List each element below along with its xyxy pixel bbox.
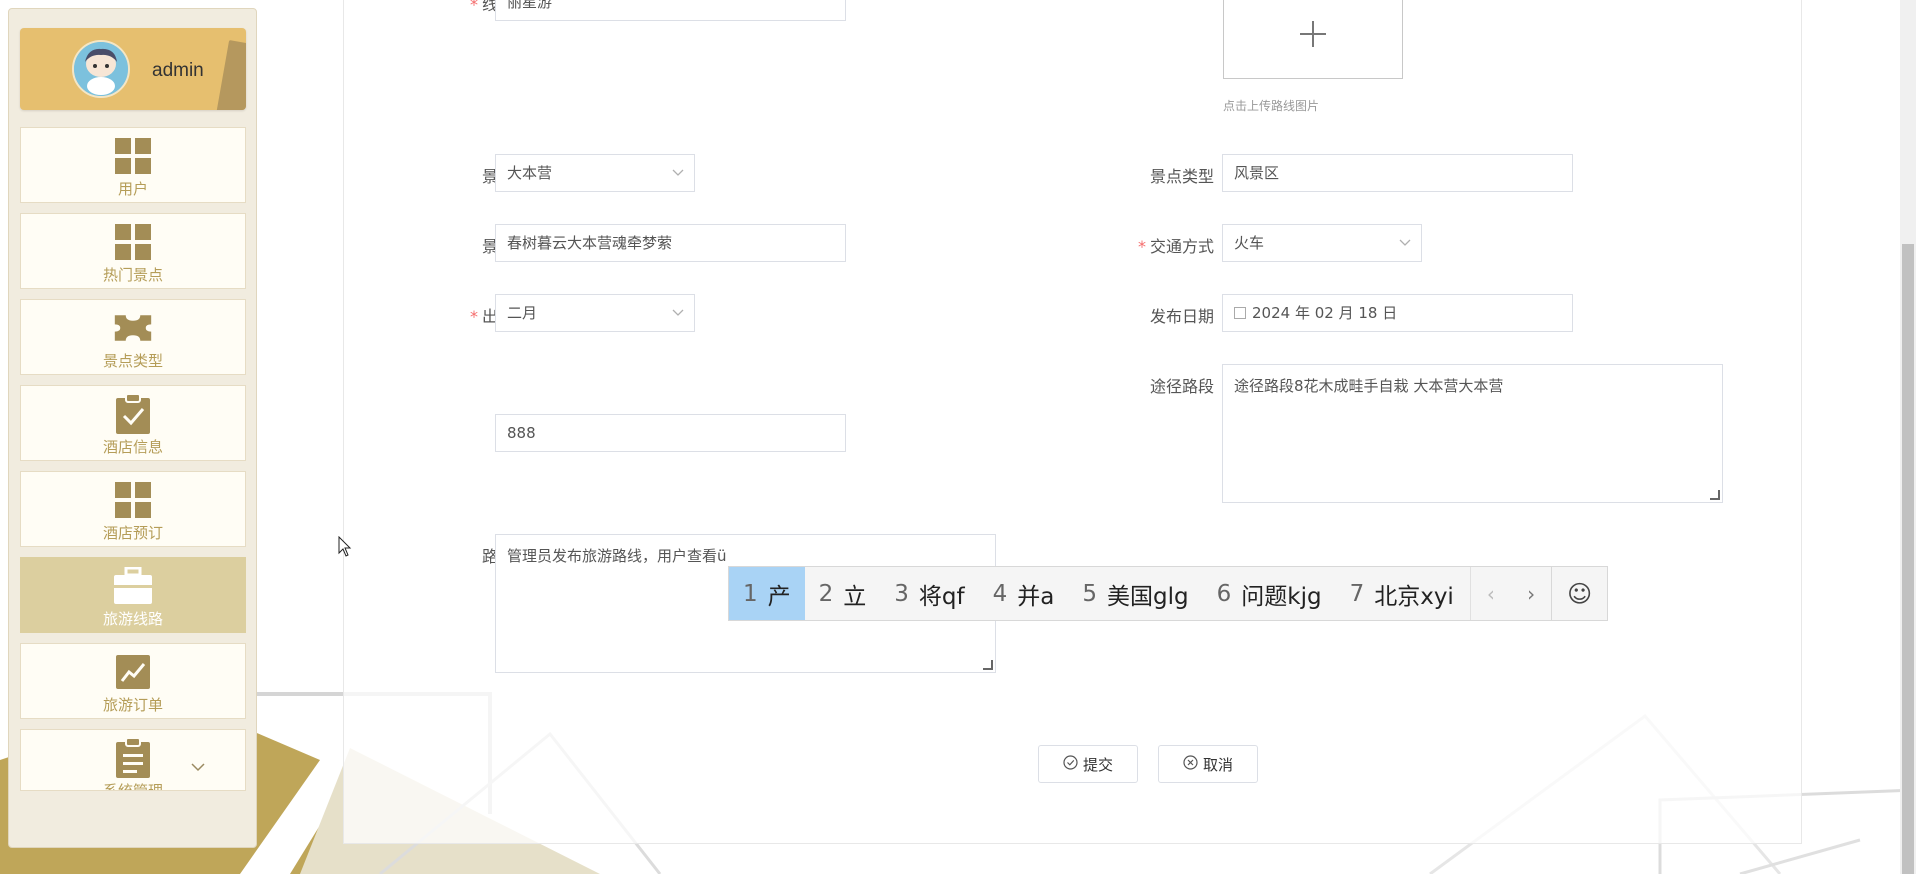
cancel-button[interactable]: 取消	[1158, 745, 1258, 783]
ime-candidate[interactable]: 2立	[805, 567, 881, 620]
briefcase-icon	[113, 566, 153, 606]
image-upload-box[interactable]	[1223, 0, 1403, 79]
submit-label: 提交	[1082, 755, 1113, 774]
sidebar-item-travel-orders[interactable]: 旅游订单	[20, 643, 246, 719]
sidebar-item-hot-spots[interactable]: 热门景点	[20, 213, 246, 289]
sidebar-item-label: 旅游线路	[102, 610, 163, 628]
clipboard-check-icon	[113, 393, 153, 434]
submit-button[interactable]: 提交	[1038, 745, 1138, 783]
sidebar-item-label: 景点类型	[102, 352, 163, 370]
spot-type-input[interactable]: 风景区	[1222, 154, 1573, 192]
close-circle-icon	[1183, 754, 1198, 774]
sidebar-item-travel-routes[interactable]: 旅游线路	[20, 557, 246, 633]
transport-value: 火车	[1234, 234, 1265, 252]
chevron-down-icon[interactable]	[191, 760, 205, 776]
spot-location-input[interactable]: 春树暮云大本营魂牵梦萦	[495, 224, 846, 262]
sidebar-item-label: 热门景点	[102, 266, 163, 284]
chevron-right-icon[interactable]: ›	[1511, 567, 1551, 620]
route-form-panel: *线路名称 丽星游 点击上传路线图片 景点名称 大本营 景点类型 风景区 景点位…	[343, 0, 1802, 844]
spot-name-select[interactable]: 大本营	[495, 154, 695, 192]
avatar-icon	[74, 42, 128, 96]
ime-candidate[interactable]: 3 将qf	[880, 567, 978, 620]
publish-date-label: 发布日期	[1149, 307, 1214, 326]
resize-handle[interactable]	[983, 660, 993, 670]
ime-candidate[interactable]: 5 美国glg	[1068, 567, 1202, 620]
spot-type-label: 景点类型	[1149, 167, 1214, 186]
ime-candidate[interactable]: 4 并a	[979, 567, 1069, 620]
mouse-cursor-icon	[338, 536, 352, 557]
sidebar-item-spot-types[interactable]: 景点类型	[20, 299, 246, 375]
ime-candidate[interactable]: 6 问题kjg	[1203, 567, 1336, 620]
publish-date-value: 2024 年 02 月 18 日	[1252, 304, 1398, 322]
clipboard-list-icon	[113, 737, 153, 778]
sidebar-item-label: 用户	[117, 180, 148, 198]
chevron-left-icon[interactable]: ‹	[1469, 567, 1511, 620]
travel-time-value: 二月	[507, 304, 538, 322]
route-segment-textarea[interactable]: 途径路段8花木成畦手自栽 大本营大本营	[1222, 364, 1723, 503]
chevron-down-icon	[672, 295, 684, 331]
chart-line-icon	[113, 652, 153, 692]
spot-name-value: 大本营	[507, 164, 553, 182]
sidebar: admin 用户 热门景点 景点类型 酒店信息 酒店预订 旅游线路 旅游订单 系…	[8, 8, 257, 848]
sidebar-item-users[interactable]: 用户	[20, 127, 246, 203]
card-fold-decoration	[215, 40, 246, 110]
route-segment-label: 途径路段	[1149, 377, 1214, 396]
route-name-input[interactable]: 丽星游	[495, 0, 846, 21]
chevron-down-icon	[672, 155, 684, 191]
sidebar-item-label: 酒店预订	[102, 524, 163, 542]
grid-icon	[113, 480, 153, 520]
user-name: admin	[152, 60, 204, 81]
sidebar-item-label: 酒店信息	[102, 438, 163, 456]
check-circle-icon	[1063, 754, 1078, 774]
emoji-icon[interactable]: ☺	[1551, 567, 1607, 620]
avatar[interactable]	[72, 40, 130, 98]
route-segment-value: 途径路段8花木成畦手自栽 大本营大本营	[1234, 377, 1504, 395]
user-card[interactable]: admin	[20, 28, 246, 110]
ime-candidate[interactable]: 1产	[729, 567, 805, 620]
sidebar-item-hotel-info[interactable]: 酒店信息	[20, 385, 246, 461]
cancel-label: 取消	[1202, 755, 1233, 774]
grid-icon	[113, 136, 153, 176]
calendar-icon	[1234, 307, 1246, 319]
ticket-icon	[113, 308, 153, 348]
page-scrollbar[interactable]	[1900, 0, 1916, 874]
sidebar-item-system-management[interactable]: 系统管理	[20, 729, 246, 791]
upload-hint: 点击上传路线图片	[1223, 99, 1320, 113]
sidebar-item-label: 系统管理	[102, 782, 163, 791]
ime-candidate[interactable]: 7 北京xyi	[1336, 567, 1468, 620]
resize-handle[interactable]	[1710, 490, 1720, 500]
ime-candidate-bar: 1产 2立 3 将qf 4 并a 5 美国glg 6 问题kjg 7 北京xyi ‹ › …	[728, 566, 1608, 621]
cost-input[interactable]: 888	[495, 414, 846, 452]
transport-label: * 交通方式	[1137, 237, 1214, 256]
publish-date-input[interactable]: 2024 年 02 月 18 日	[1222, 294, 1573, 332]
travel-time-select[interactable]: 二月	[495, 294, 695, 332]
scrollbar-thumb[interactable]	[1902, 244, 1914, 874]
sidebar-item-hotel-booking[interactable]: 酒店预订	[20, 471, 246, 547]
chevron-down-icon	[1399, 225, 1411, 261]
plus-icon	[1300, 21, 1326, 47]
sidebar-nav: 用户 热门景点 景点类型 酒店信息 酒店预订 旅游线路 旅游订单 系统管理	[20, 127, 246, 801]
sidebar-item-label: 旅游订单	[102, 696, 163, 714]
grid-icon	[113, 222, 153, 262]
route-detail-value: 管理员发布旅游路线，用户查看ü	[507, 547, 727, 565]
transport-select[interactable]: 火车	[1222, 224, 1422, 262]
